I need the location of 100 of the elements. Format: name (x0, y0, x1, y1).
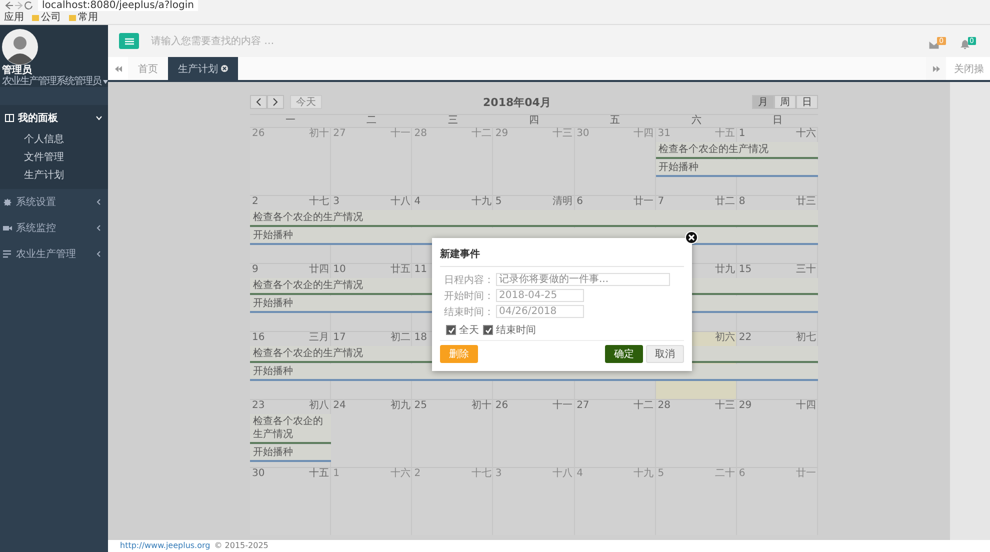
calendar-event[interactable]: 检查各个农企的生产情况 (250, 210, 818, 227)
input-field[interactable]: 2018-04-25 (496, 289, 584, 302)
list-icon (3, 250, 12, 258)
lunar-date: 廿三 (796, 196, 816, 209)
bookmark[interactable]: 应用 (4, 12, 24, 24)
day-number: 27 (333, 128, 346, 141)
calendar-event[interactable]: 开始播种 (656, 160, 818, 177)
close-tabs-button[interactable]: 关闭操 (946, 57, 990, 80)
previous-button[interactable] (250, 95, 267, 109)
day-number: 28 (414, 128, 428, 141)
caret-icon (103, 80, 108, 84)
day-number: 30 (576, 128, 590, 141)
lunar-date: 初八 (309, 400, 330, 413)
weekday-header: 四 (528, 115, 540, 127)
lunar-date: 二十 (714, 468, 735, 481)
lunar-date: 初七 (796, 332, 816, 345)
search-field[interactable]: 请输入您需要查找的内容 … (149, 34, 453, 48)
menu-item[interactable]: 农业生产管理 (0, 241, 108, 267)
day-number: 30 (252, 468, 265, 481)
close-icon[interactable] (221, 65, 228, 72)
bookmark[interactable]: 公司 (32, 12, 61, 24)
lunar-date: 十四 (634, 128, 654, 141)
calendar-event[interactable]: 开始播种 (250, 445, 332, 462)
view-button[interactable]: 日 (796, 95, 818, 109)
weekday-header: 三 (446, 115, 459, 127)
day-number: 6 (576, 196, 583, 209)
view-button[interactable]: 月 (752, 95, 774, 109)
day-number: 2 (252, 196, 258, 209)
day-number: 4 (414, 196, 421, 209)
menu-item[interactable]: 系统监控 (0, 215, 108, 241)
day-number: 2 (414, 468, 421, 481)
menu-icon (124, 38, 134, 44)
chevron-right-icon (273, 98, 278, 106)
lunar-date: 廿九 (714, 264, 735, 277)
dialog-button[interactable]: 取消 (646, 345, 684, 363)
checkmark-icon (484, 326, 492, 334)
day-number: 18 (414, 332, 428, 345)
menu-item[interactable]: 我的面板 (0, 105, 108, 131)
tab[interactable]: 首页 (128, 57, 168, 80)
weekday-header: 一 (284, 115, 297, 127)
day-number: 29 (738, 400, 752, 413)
dialog-button[interactable]: 确定 (605, 345, 643, 363)
next-button[interactable] (267, 95, 284, 109)
checkmark-icon (448, 326, 454, 334)
lunar-date: 三十 (796, 264, 816, 277)
submenu-item[interactable]: 生产计划 (0, 167, 108, 185)
bookmark[interactable]: 常用 (69, 12, 98, 24)
input-field[interactable]: 04/26/2018 (496, 305, 584, 318)
chevron-left-icon (256, 98, 261, 106)
lunar-date: 十八 (390, 196, 410, 209)
calendar-event[interactable]: 检查各个农企的生产情况 (656, 142, 818, 159)
lunar-date: 廿五 (390, 264, 410, 277)
browser-nav-icon[interactable] (4, 1, 34, 10)
view-button[interactable]: 周 (774, 95, 796, 109)
lunar-date: 三月 (309, 332, 330, 345)
checkbox-label: 结束时间 (496, 324, 536, 337)
dialog-title: 新建事件 (440, 244, 684, 267)
footer-link[interactable]: http://www.jeeplus.org (120, 540, 210, 551)
lunar-date: 十二 (634, 400, 654, 413)
day-number: 1 (333, 468, 340, 481)
submenu-item[interactable]: 个人信息 (0, 131, 108, 149)
submenu-item[interactable]: 文件管理 (0, 149, 108, 167)
checkbox[interactable] (446, 325, 456, 335)
lunar-date: 十三 (714, 400, 735, 413)
day-number: 31 (658, 128, 670, 141)
lunar-date: 廿二 (714, 196, 735, 209)
input-field[interactable]: 记录你将要做的一件事... (496, 273, 670, 286)
panel-icon (5, 114, 14, 122)
day-number: 11 (414, 264, 428, 277)
lunar-date: 十六 (796, 128, 816, 141)
day-number: 27 (576, 400, 590, 413)
tab[interactable]: 生产计划 (168, 57, 238, 80)
address-bar[interactable]: localhost:8080/jeeplus/a?login (38, 0, 198, 11)
mail-icon[interactable] (929, 40, 940, 49)
lunar-date: 十七 (309, 196, 330, 209)
day-number: 3 (495, 468, 502, 481)
lunar-date: 十九 (634, 468, 654, 481)
menu-item[interactable]: 系统设置 (0, 189, 108, 215)
scroll-left-button[interactable] (108, 57, 128, 80)
day-number: 8 (738, 196, 746, 209)
day-number: 10 (333, 264, 346, 277)
weekday-header: 二 (366, 115, 378, 127)
bell-icon[interactable] (960, 40, 970, 49)
day-number: 17 (333, 332, 346, 345)
calendar-event[interactable]: 检查各个农企的生产情况 (250, 414, 332, 444)
checkbox-label: 全天 (459, 324, 479, 337)
lunar-date: 十九 (471, 196, 492, 209)
calendar-title: 2018年04月 (482, 94, 552, 110)
checkbox[interactable] (483, 325, 493, 335)
chevron-icon (96, 115, 102, 121)
lunar-date: 十一 (390, 128, 410, 141)
lunar-date: 十五 (309, 468, 330, 481)
user-name: 管理员 (2, 65, 32, 76)
day-number: 26 (495, 400, 508, 413)
menu-button[interactable] (119, 33, 139, 49)
chevron-icon (96, 251, 102, 257)
day-number: 7 (658, 196, 664, 209)
lunar-date: 廿一 (634, 196, 654, 209)
weekday-header: 六 (690, 115, 702, 127)
user-role-menu[interactable]: 农业生产管理系统管理员 (2, 76, 108, 87)
